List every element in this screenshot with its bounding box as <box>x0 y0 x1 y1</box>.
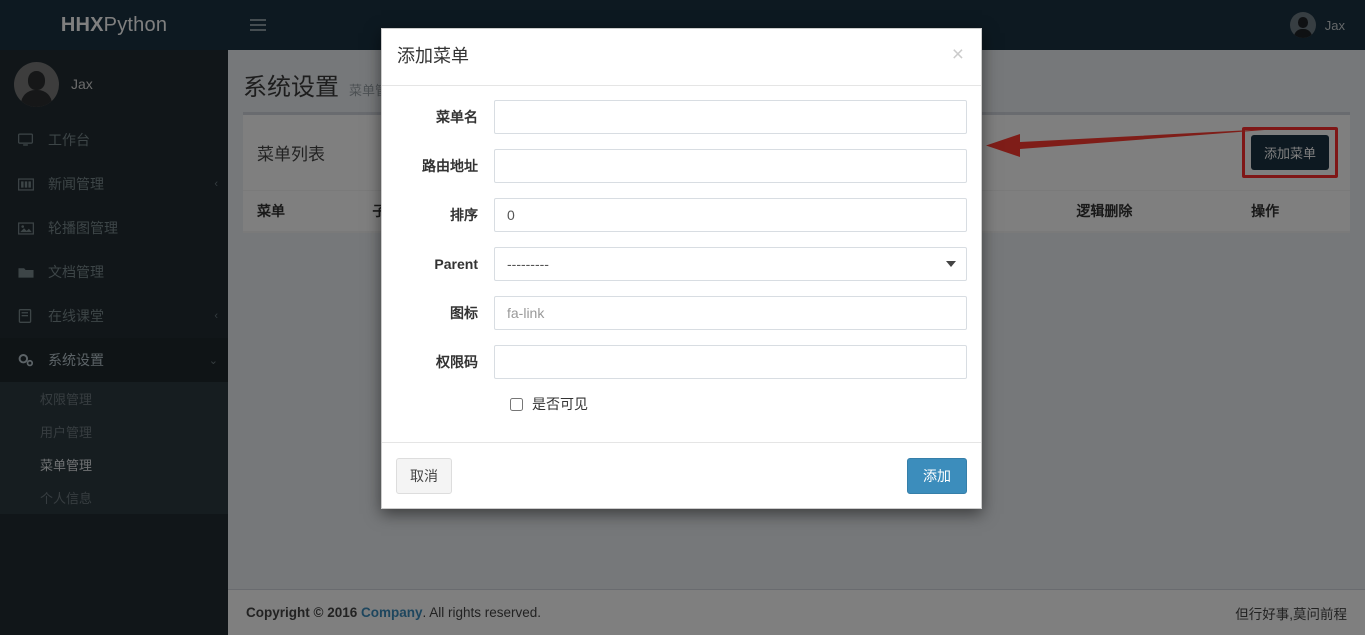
field-label: 菜单名 <box>436 109 478 125</box>
permission-code-input[interactable] <box>494 345 967 379</box>
modal-footer: 取消 添加 <box>382 442 981 508</box>
modal-header: 添加菜单 × <box>382 29 981 86</box>
close-icon[interactable]: × <box>950 44 966 65</box>
field-label: 权限码 <box>436 354 478 370</box>
field-parent: Parent <box>396 247 967 281</box>
app-root: HHXPython Jax 工作台 新闻管理 <box>0 0 1365 635</box>
parent-select-wrap <box>494 247 967 281</box>
field-label: 排序 <box>450 207 478 223</box>
field-label: 路由地址 <box>422 158 478 174</box>
cancel-button[interactable]: 取消 <box>396 457 452 494</box>
field-permission-code: 权限码 <box>396 345 967 379</box>
field-icon: 图标 <box>396 296 967 330</box>
field-label: Parent <box>434 256 478 272</box>
field-menu-name: 菜单名 <box>396 100 967 134</box>
field-route: 路由地址 <box>396 149 967 183</box>
menu-name-input[interactable] <box>494 100 967 134</box>
field-visible: 是否可见 <box>510 394 967 414</box>
parent-select[interactable] <box>494 247 967 281</box>
submit-button[interactable]: 添加 <box>907 457 967 494</box>
visible-checkbox[interactable] <box>510 397 523 411</box>
field-order: 排序 <box>396 198 967 232</box>
visible-checkbox-label[interactable]: 是否可见 <box>532 394 588 414</box>
icon-input[interactable] <box>494 296 967 330</box>
order-input[interactable] <box>494 198 967 232</box>
route-input[interactable] <box>494 149 967 183</box>
modal-title: 添加菜单 <box>397 46 469 66</box>
add-menu-modal: 添加菜单 × 菜单名 路由地址 排序 Parent <box>381 28 982 509</box>
modal-body: 菜单名 路由地址 排序 Parent 图标 <box>382 86 981 442</box>
field-label: 图标 <box>450 305 478 321</box>
